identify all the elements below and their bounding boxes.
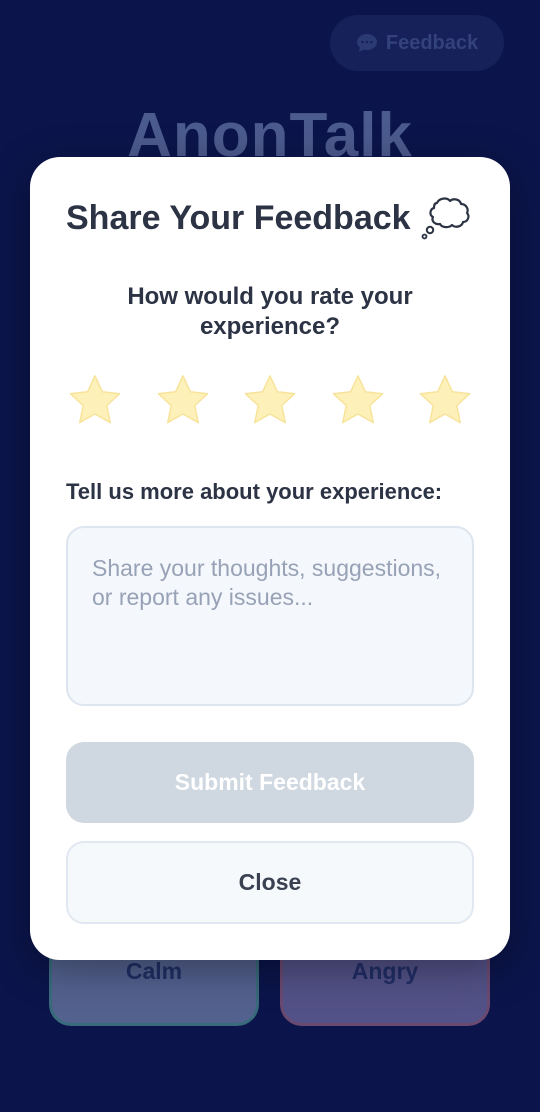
close-button[interactable]: Close xyxy=(66,841,474,924)
modal-title: Share Your Feedback xyxy=(66,195,471,241)
feedback-textarea[interactable] xyxy=(66,526,474,706)
star-icon-2[interactable] xyxy=(154,372,212,430)
speech-bubble-icon xyxy=(356,34,377,52)
details-label: Tell us more about your experience: xyxy=(66,479,443,504)
star-icon-5[interactable] xyxy=(416,372,474,430)
modal-title-text: Share Your Feedback xyxy=(66,198,411,237)
submit-feedback-button[interactable]: Submit Feedback xyxy=(66,742,474,823)
feedback-modal: Share Your Feedback How would you rate y… xyxy=(30,157,510,960)
star-rating xyxy=(66,372,474,430)
mood-label: Calm xyxy=(125,958,183,984)
feedback-button-label: Feedback xyxy=(385,31,479,54)
rating-question: How would you rate your experience? xyxy=(127,283,413,340)
feedback-button[interactable]: Feedback xyxy=(330,15,504,71)
star-icon-1[interactable] xyxy=(66,372,124,430)
mood-label: Angry xyxy=(351,958,419,984)
star-icon-3[interactable] xyxy=(241,372,299,430)
thought-bubble-icon xyxy=(421,197,470,240)
star-icon-4[interactable] xyxy=(329,372,387,430)
